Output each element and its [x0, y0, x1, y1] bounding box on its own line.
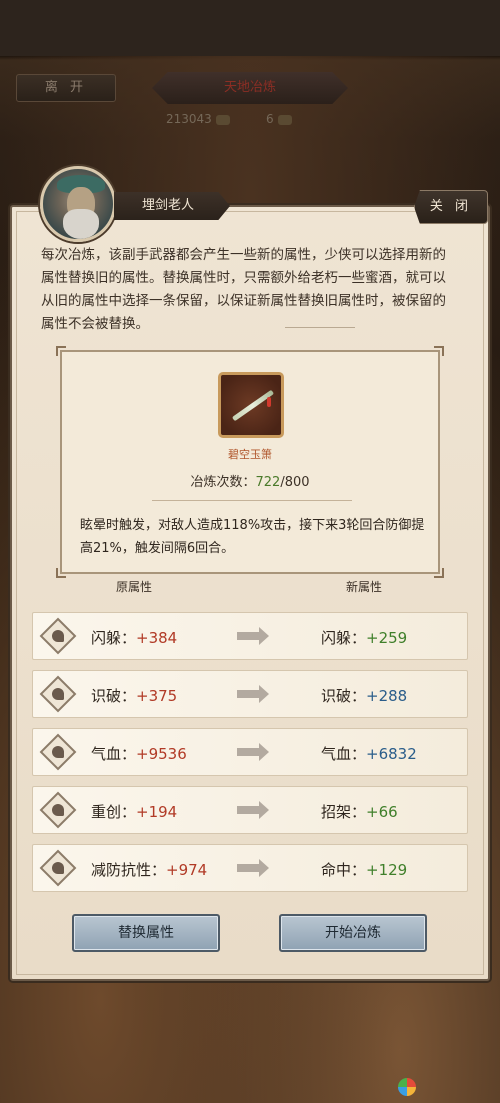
coin-value: 213043 — [166, 112, 212, 126]
heart-icon[interactable] — [39, 849, 77, 887]
old-attribute-value: +9536 — [136, 745, 187, 763]
gem-icon — [277, 114, 292, 125]
corner-ornament — [434, 346, 444, 356]
corner-ornament — [434, 568, 444, 578]
column-header-new: 新属性 — [346, 580, 383, 594]
old-attribute-name: 闪躲： — [91, 629, 137, 647]
heart-shape — [52, 688, 64, 700]
start-refine-button[interactable]: 开始冶炼 — [279, 914, 427, 952]
new-attribute-name: 招架： — [321, 803, 367, 821]
column-header-old: 原属性 — [116, 580, 153, 594]
new-attribute-value: +259 — [366, 629, 408, 647]
attribute-list: 闪躲：+384 闪躲：+259 识破：+375 识破：+288 气血：+9536… — [32, 612, 468, 902]
npc-name: 埋剑老人 — [114, 192, 230, 220]
avatar-beard — [63, 209, 99, 239]
heart-shape — [52, 630, 64, 642]
item-effect: 眩晕时触发，对敌人造成118%攻击，接下来3轮回合防御提高21%，触发间隔6回合… — [80, 518, 425, 556]
new-attribute-value: +288 — [366, 687, 408, 705]
heart-icon[interactable] — [39, 675, 77, 713]
refine-label: 冶炼次数： — [190, 475, 256, 490]
old-attribute: 重创：+194 — [91, 801, 177, 822]
close-button[interactable]: 关 闭 — [414, 190, 488, 224]
new-attribute-name: 闪躲： — [321, 629, 367, 647]
coin-count: 213043 — [166, 112, 230, 126]
refine-max: /800 — [280, 475, 310, 490]
corner-ornament — [56, 346, 66, 356]
tassel-shape — [267, 397, 271, 407]
heart-shape — [52, 804, 64, 816]
attribute-row[interactable]: 气血：+9536 气血：+6832 — [32, 728, 468, 776]
old-attribute-value: +375 — [136, 687, 178, 705]
arrow-right-icon — [237, 743, 269, 761]
description-text: 每次冶炼，该副手武器都会产生一些新的属性，少侠可以选择用新的属性替换旧的属性。替… — [41, 247, 446, 332]
old-attribute-name: 气血： — [91, 745, 137, 763]
arrow-right-icon — [237, 859, 269, 877]
new-attribute-name: 气血： — [321, 745, 367, 763]
item-card: 碧空玉箫 冶炼次数：722/800 眩晕时触发，对敌人造成118%攻击，接下来3… — [56, 346, 444, 578]
coin-icon — [215, 114, 230, 125]
watermark-logo-icon — [398, 1078, 416, 1096]
attribute-row[interactable]: 减防抗性：+974 命中：+129 — [32, 844, 468, 892]
divider — [152, 500, 352, 501]
old-attribute-name: 重创： — [91, 803, 137, 821]
corner-ornament — [56, 568, 66, 578]
gem-value: 6 — [266, 112, 274, 126]
new-attribute: 招架：+66 — [321, 801, 398, 822]
page-title: 天地冶炼 — [152, 72, 348, 104]
heart-icon[interactable] — [39, 733, 77, 771]
attribute-row[interactable]: 闪躲：+384 闪躲：+259 — [32, 612, 468, 660]
replace-attribute-button[interactable]: 替换属性 — [72, 914, 220, 952]
leave-button[interactable]: 离 开 — [16, 74, 116, 102]
new-attribute: 气血：+6832 — [321, 743, 417, 764]
new-attribute-name: 命中： — [321, 861, 367, 879]
divider — [285, 327, 355, 328]
heart-icon[interactable] — [39, 791, 77, 829]
old-attribute: 减防抗性：+974 — [91, 859, 207, 880]
new-attribute: 闪躲：+259 — [321, 627, 407, 648]
refine-current: 722 — [255, 475, 281, 490]
arrow-right-icon — [237, 685, 269, 703]
new-attribute: 识破：+288 — [321, 685, 407, 706]
top-bar — [0, 0, 500, 56]
jade-flute-icon[interactable] — [218, 372, 284, 438]
new-attribute-value: +66 — [366, 803, 398, 821]
attribute-row[interactable]: 识破：+375 识破：+288 — [32, 670, 468, 718]
old-attribute-value: +384 — [136, 629, 178, 647]
old-attribute-value: +194 — [136, 803, 178, 821]
old-attribute-name: 减防抗性： — [91, 861, 167, 879]
arrow-right-icon — [237, 627, 269, 645]
new-attribute-value: +6832 — [366, 745, 417, 763]
heart-shape — [52, 862, 64, 874]
gem-count: 6 — [266, 112, 292, 126]
npc-avatar — [40, 166, 116, 242]
old-attribute-value: +974 — [166, 861, 208, 879]
old-attribute: 闪躲：+384 — [91, 627, 177, 648]
old-attribute: 识破：+375 — [91, 685, 177, 706]
arrow-right-icon — [237, 801, 269, 819]
new-attribute-value: +129 — [366, 861, 408, 879]
heart-icon[interactable] — [39, 617, 77, 655]
new-attribute-name: 识破： — [321, 687, 367, 705]
heart-shape — [52, 746, 64, 758]
refine-count: 冶炼次数：722/800 — [62, 471, 438, 490]
new-attribute: 命中：+129 — [321, 859, 407, 880]
old-attribute: 气血：+9536 — [91, 743, 187, 764]
old-attribute-name: 识破： — [91, 687, 137, 705]
item-name: 碧空玉箫 — [228, 448, 272, 461]
attribute-row[interactable]: 重创：+194 招架：+66 — [32, 786, 468, 834]
